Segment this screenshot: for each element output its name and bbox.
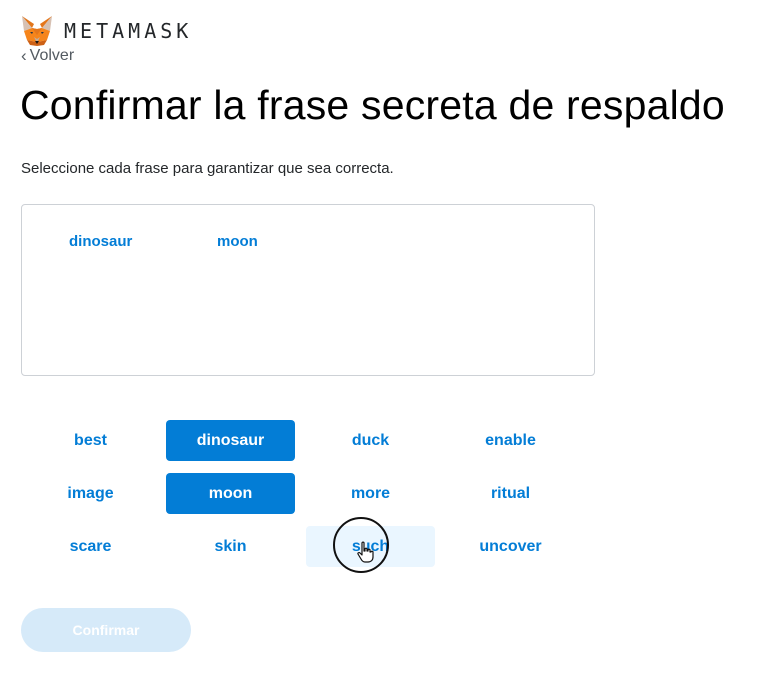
word-option-selected[interactable]: dinosaur [166, 420, 295, 461]
word-option[interactable]: duck [306, 420, 435, 461]
page-title: Confirmar la frase secreta de respaldo [20, 82, 725, 128]
word-option[interactable]: ritual [446, 473, 575, 514]
brand-name: METAMASK [64, 19, 193, 43]
chevron-left-icon: ‹ [21, 46, 27, 65]
word-option[interactable]: scare [26, 526, 155, 567]
app-header: METAMASK [20, 14, 192, 48]
selected-words-box[interactable]: dinosaur moon [21, 204, 595, 376]
selected-word[interactable]: dinosaur [69, 233, 132, 250]
selected-word[interactable]: moon [217, 233, 258, 250]
fox-icon [22, 16, 52, 46]
page-subtitle: Seleccione cada frase para garantizar qu… [21, 160, 394, 177]
word-option[interactable]: enable [446, 420, 575, 461]
word-option[interactable]: skin [166, 526, 295, 567]
back-link[interactable]: ‹ Volver [21, 46, 74, 66]
word-grid: best dinosaur duck enable image moon mor… [26, 420, 575, 567]
word-option-hovered[interactable]: such [306, 526, 435, 567]
word-option[interactable]: uncover [446, 526, 575, 567]
word-option[interactable]: best [26, 420, 155, 461]
word-option-selected[interactable]: moon [166, 473, 295, 514]
confirm-button[interactable]: Confirmar [21, 608, 191, 652]
back-label: Volver [29, 47, 75, 64]
word-option[interactable]: image [26, 473, 155, 514]
word-option[interactable]: more [306, 473, 435, 514]
